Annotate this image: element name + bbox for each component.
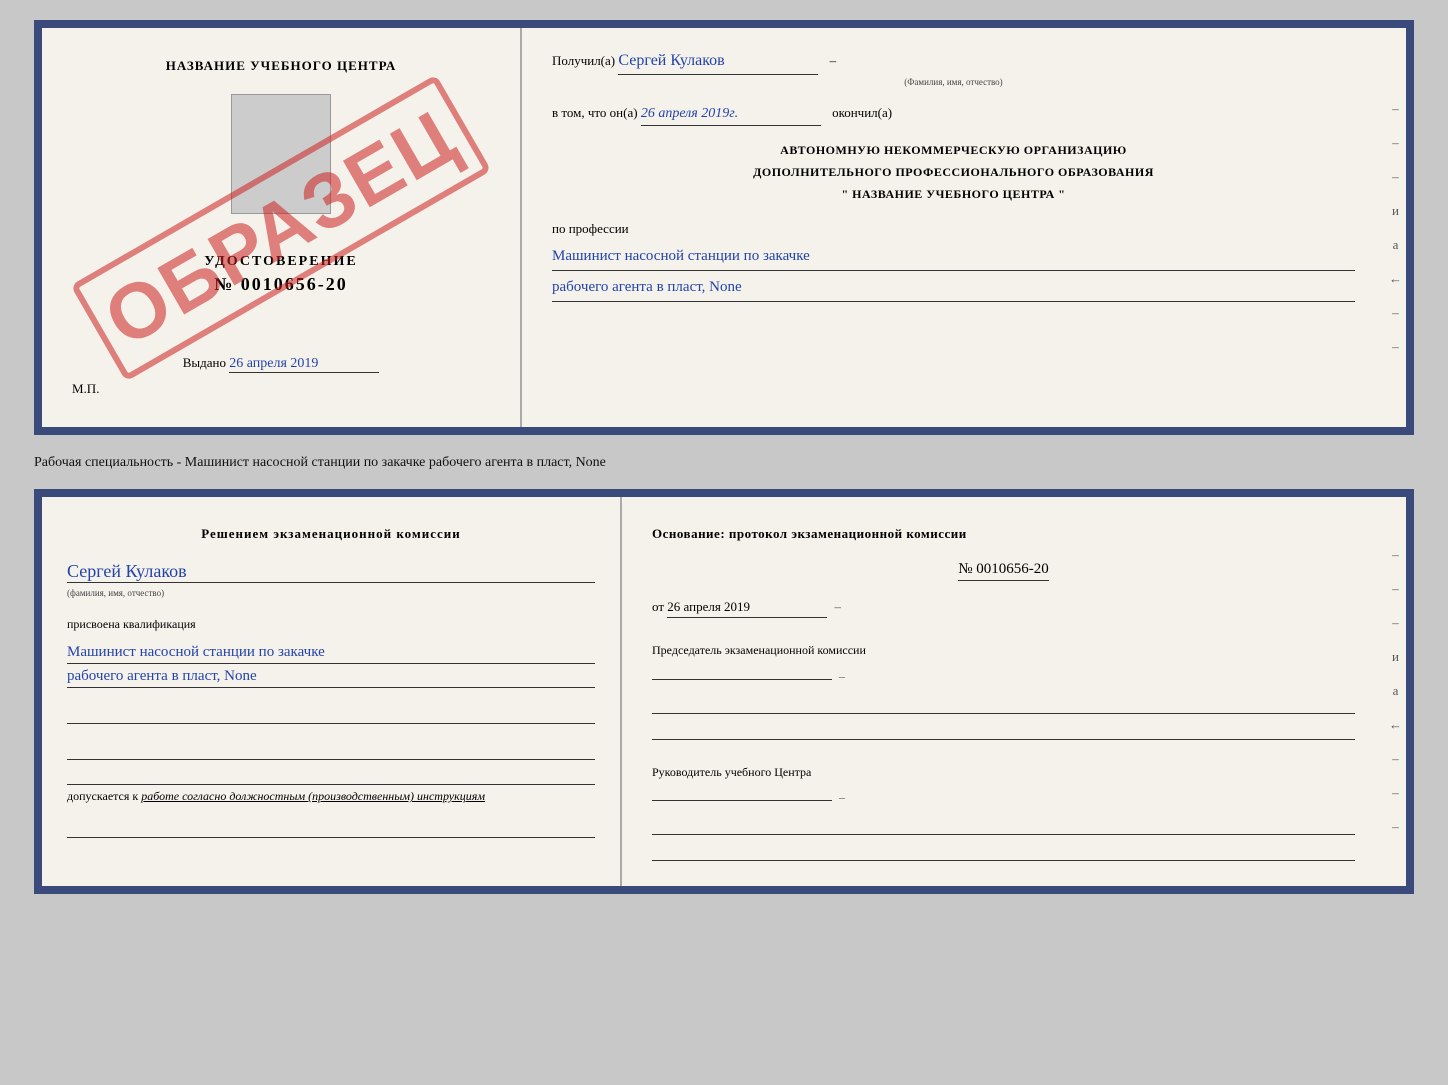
- bottom-right-panel: Основание: протокол экзаменационной коми…: [622, 497, 1385, 886]
- poluchil-row: Получил(a) Сергей Кулаков – (Фамилия, им…: [552, 48, 1355, 89]
- poluchil-label: Получил(a): [552, 53, 615, 68]
- rukovoditel-block: Руководитель учебного Центра –: [652, 762, 1355, 861]
- vtom-date: 26 апреля 2019г.: [641, 103, 821, 126]
- ot-label: от: [652, 599, 664, 614]
- poluchil-name: Сергей Кулаков: [618, 48, 818, 75]
- bottom-name: Сергей Кулаков: [67, 561, 595, 583]
- familiya-label-top: (Фамилия, имя, отчество): [552, 75, 1355, 89]
- protocol-number-block: № 0010656-20: [652, 557, 1355, 581]
- blank-line-r2: [652, 722, 1355, 740]
- cert-left-panel: НАЗВАНИЕ УЧЕБНОГО ЦЕНТРА ОБРАЗЕЦ УДОСТОВ…: [42, 28, 522, 427]
- right-edge-dashes-bottom: – – – и а ← – – –: [1385, 497, 1406, 886]
- cert-center-title: НАЗВАНИЕ УЧЕБНОГО ЦЕНТРА: [166, 58, 397, 74]
- rukovoditel-label: Руководитель учебного Центра: [652, 762, 1355, 784]
- udostoverenie-block: УДОСТОВЕРЕНИЕ № 0010656-20: [204, 254, 357, 295]
- okonchil-label: окончил(а): [832, 105, 892, 120]
- right-edge-dashes-top: – – – и а ← – –: [1385, 28, 1406, 427]
- po-professii-label: по профессии: [552, 221, 629, 236]
- ot-date-value: 26 апреля 2019: [667, 599, 827, 618]
- org-line3: " НАЗВАНИЕ УЧЕБНОГО ЦЕНТРА ": [552, 184, 1355, 206]
- org-line2: ДОПОЛНИТЕЛЬНОГО ПРОФЕССИОНАЛЬНОГО ОБРАЗО…: [552, 162, 1355, 184]
- predsedatel-block: Председатель экзаменационной комиссии –: [652, 640, 1355, 739]
- cert-right-panel: Получил(a) Сергей Кулаков – (Фамилия, им…: [522, 28, 1385, 427]
- udost-title: УДОСТОВЕРЕНИЕ: [204, 254, 357, 270]
- komissia-text: Решением экзаменационной комиссии: [201, 526, 461, 541]
- osnovanie-label: Основание: протокол экзаменационной коми…: [652, 522, 1355, 545]
- subtitle-text: Рабочая специальность - Машинист насосно…: [34, 451, 1414, 473]
- mp-label: М.П.: [62, 381, 99, 397]
- top-certificate: НАЗВАНИЕ УЧЕБНОГО ЦЕНТРА ОБРАЗЕЦ УДОСТОВ…: [34, 20, 1414, 435]
- vydano-date: 26 апреля 2019: [229, 356, 379, 373]
- kvali-line1: Машинист насосной станции по закачке: [67, 644, 595, 664]
- blank-line-r3: [652, 817, 1355, 835]
- blank-line-r4: [652, 843, 1355, 861]
- dopuskaetsya-text: работе согласно должностным (производств…: [141, 789, 485, 803]
- ot-date-block: от 26 апреля 2019 –: [652, 599, 1355, 618]
- bottom-left-panel: Решением экзаменационной комиссии Сергей…: [42, 497, 622, 886]
- kvali-line2: рабочего агента в пласт, None: [67, 668, 595, 688]
- predsedatel-label: Председатель экзаменационной комиссии: [652, 640, 1355, 662]
- blank-line-r1: [652, 696, 1355, 714]
- vydano-label: Выдано: [183, 355, 226, 370]
- dopuskaetsya-prefix: допускается к: [67, 789, 138, 803]
- predsedatel-sign: –: [652, 662, 1355, 688]
- org-block: АВТОНОМНУЮ НЕКОММЕРЧЕСКУЮ ОРГАНИЗАЦИЮ ДО…: [552, 140, 1355, 205]
- komissia-title: Решением экзаменационной комиссии: [67, 522, 595, 545]
- blank-line-1: [67, 704, 595, 724]
- blank-line-2: [67, 740, 595, 760]
- dopuskaetsya-block: допускается к работе согласно должностны…: [67, 784, 595, 804]
- vtom-label: в том, что он(a): [552, 105, 638, 120]
- blank-line-3: [67, 820, 595, 838]
- kvali-block: Машинист насосной станции по закачке раб…: [67, 640, 595, 688]
- rukovoditel-signature-line: [652, 783, 832, 801]
- vtom-row: в том, что он(a) 26 апреля 2019г. окончи…: [552, 103, 1355, 126]
- familiya-label-bottom: (фамилия, имя, отчество): [67, 588, 164, 598]
- rukovoditel-sign: –: [652, 783, 1355, 809]
- subtitle-label: Рабочая специальность - Машинист насосно…: [34, 455, 606, 470]
- profession-line2: рабочего агента в пласт, None: [552, 275, 1355, 302]
- org-line1: АВТОНОМНУЮ НЕКОММЕРЧЕСКУЮ ОРГАНИЗАЦИЮ: [552, 140, 1355, 162]
- vydano-line: Выдано 26 апреля 2019: [183, 295, 380, 373]
- predsedatel-signature-line: [652, 662, 832, 680]
- protocol-number: № 0010656-20: [958, 561, 1049, 581]
- prisvoena-label: присвоена квалификация: [67, 617, 595, 632]
- photo-placeholder: [231, 94, 331, 214]
- bottom-name-block: Сергей Кулаков (фамилия, имя, отчество): [67, 553, 595, 601]
- udost-number: № 0010656-20: [204, 274, 357, 295]
- po-professii-row: по профессии Машинист насосной станции п…: [552, 219, 1355, 302]
- bottom-certificate: Решением экзаменационной комиссии Сергей…: [34, 489, 1414, 894]
- profession-line1: Машинист насосной станции по закачке: [552, 244, 1355, 271]
